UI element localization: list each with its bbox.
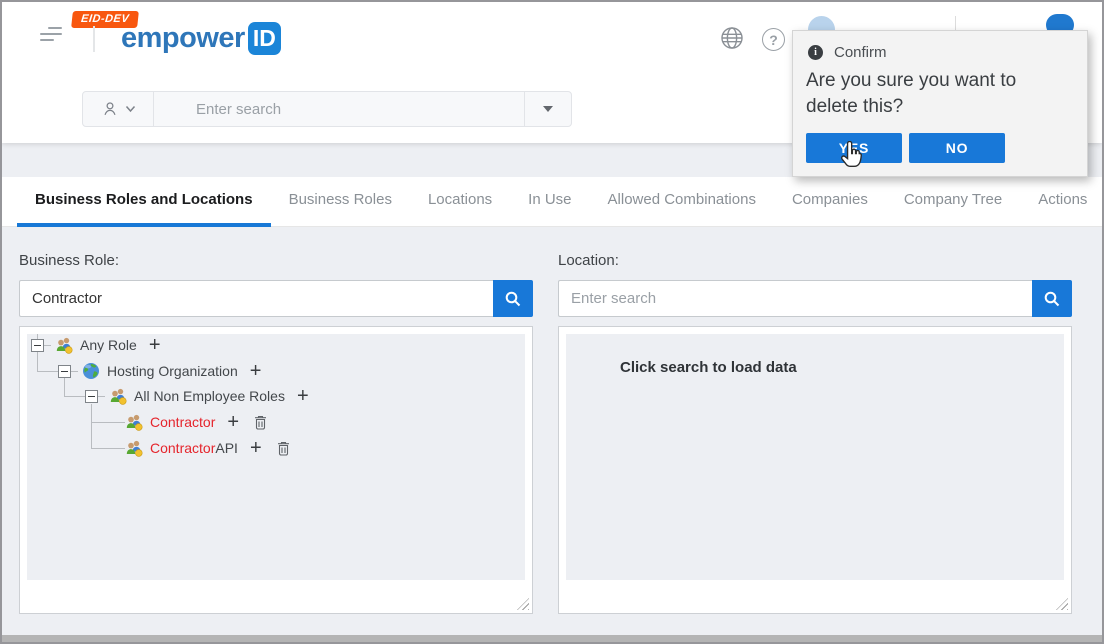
tree-row: Contractor + [125, 409, 267, 435]
location-search-input[interactable] [558, 280, 1032, 317]
location-label: Location: [558, 252, 1072, 269]
globe-icon[interactable] [720, 26, 744, 55]
tree-row: All Non Employee Roles + [85, 383, 309, 409]
tree-node-contractor[interactable]: Contractor [150, 414, 215, 430]
business-role-label: Business Role: [19, 252, 533, 269]
tab-business-roles[interactable]: Business Roles [271, 177, 410, 227]
tree-node-all-non-employee-roles[interactable]: All Non Employee Roles [134, 388, 285, 404]
role-group-icon [55, 336, 73, 354]
global-search-bar [82, 91, 572, 127]
collapse-icon[interactable] [58, 365, 71, 378]
header-divider [955, 16, 956, 30]
caret-down-icon [543, 106, 553, 112]
info-icon: i [808, 45, 823, 60]
business-role-search-button[interactable] [493, 280, 533, 317]
resize-handle[interactable] [517, 598, 529, 610]
collapse-icon[interactable] [85, 390, 98, 403]
logo-text: empower [121, 22, 245, 55]
role-group-icon [109, 387, 127, 405]
add-icon[interactable]: + [250, 438, 262, 458]
no-button[interactable]: NO [909, 133, 1005, 163]
app-window: EID-DEV empower ID ? [0, 0, 1104, 644]
tab-locations[interactable]: Locations [410, 177, 510, 227]
menu-icon[interactable] [40, 27, 62, 43]
search-dropdown-toggle[interactable] [524, 92, 571, 126]
confirm-dialog: i Confirm Are you sure you want to delet… [792, 30, 1088, 177]
tree-node-contractorapi[interactable]: ContractorAPI [150, 440, 238, 456]
dialog-title: Confirm [834, 44, 887, 61]
location-tree-area: Click search to load data [566, 334, 1064, 580]
help-icon[interactable]: ? [762, 28, 785, 51]
tab-companies[interactable]: Companies [774, 177, 886, 227]
location-tree-box: Click search to load data [558, 326, 1072, 614]
search-icon [1043, 290, 1061, 308]
tree-row: Any Role + [31, 332, 161, 358]
business-role-tree-box: Any Role + Hosting Organization + [19, 326, 533, 614]
logo-id-box: ID [248, 22, 281, 55]
tree-node-hosting-organization[interactable]: Hosting Organization [107, 363, 238, 379]
add-icon[interactable]: + [250, 361, 262, 381]
tree-node-any-role[interactable]: Any Role [80, 337, 137, 353]
organization-globe-icon [82, 362, 100, 380]
search-scope-selector[interactable] [83, 92, 154, 126]
tab-bar: Business Roles and Locations Business Ro… [2, 177, 1102, 227]
tab-actions[interactable]: Actions [1020, 177, 1104, 227]
horizontal-scrollbar[interactable] [2, 635, 1102, 642]
chevron-down-icon [125, 105, 136, 113]
badge-pole [93, 26, 95, 52]
resize-handle[interactable] [1056, 598, 1068, 610]
tab-allowed-combinations[interactable]: Allowed Combinations [590, 177, 774, 227]
global-search-input[interactable] [154, 92, 524, 126]
cursor-pointer-icon [837, 141, 865, 178]
tree-row: ContractorAPI + [125, 435, 290, 461]
add-icon[interactable]: + [297, 386, 309, 406]
tab-in-use[interactable]: In Use [510, 177, 589, 227]
tab-company-tree[interactable]: Company Tree [886, 177, 1020, 227]
tree-row: Hosting Organization + [58, 358, 261, 384]
delete-icon[interactable] [277, 441, 290, 456]
location-search-button[interactable] [1032, 280, 1072, 317]
collapse-icon[interactable] [31, 339, 44, 352]
person-icon [101, 100, 119, 118]
tab-business-roles-and-locations[interactable]: Business Roles and Locations [17, 177, 271, 227]
empowerid-logo[interactable]: empower ID [121, 22, 281, 55]
role-group-icon [125, 413, 143, 431]
business-role-search-input[interactable] [19, 280, 493, 317]
role-group-icon [125, 439, 143, 457]
add-icon[interactable]: + [227, 412, 239, 432]
search-icon [504, 290, 522, 308]
delete-icon[interactable] [254, 415, 267, 430]
add-icon[interactable]: + [149, 335, 161, 355]
empty-state-message: Click search to load data [620, 359, 797, 376]
location-panel: Location: Click search to load data [558, 252, 1072, 614]
dialog-message: Are you sure you want to delete this? [806, 68, 1056, 120]
business-role-panel: Business Role: [19, 252, 533, 614]
